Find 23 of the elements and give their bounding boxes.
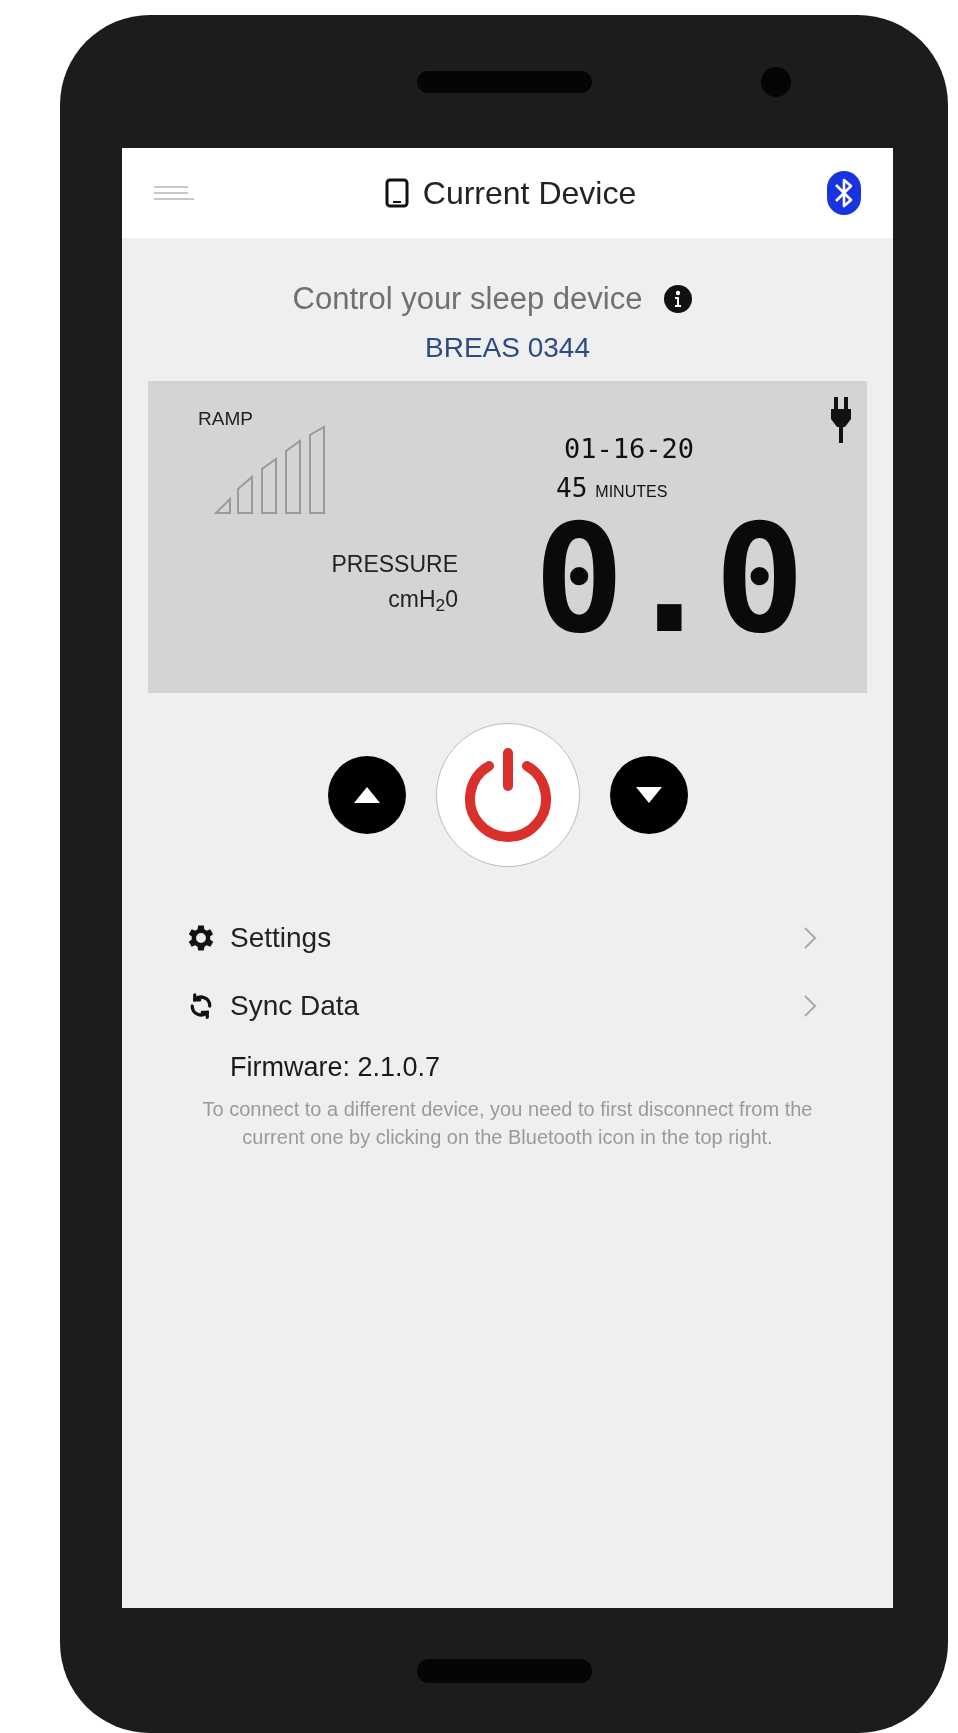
- ramp-label: RAMP: [198, 406, 254, 431]
- up-triangle-icon: [353, 786, 380, 803]
- intro-heading: Control your sleep device: [292, 280, 643, 318]
- header-title: Current Device: [422, 174, 637, 213]
- pressure-reading: 0.0: [534, 504, 805, 654]
- device-name: BREAS 0344: [425, 330, 590, 365]
- pressure-unit: cmH$_{2}$0: [388, 584, 458, 616]
- disconnect-note: To connect to a different device, you need to first disconnect from the current one by clicking on the Bluetooth icon in the top right.: [201, 1097, 814, 1150]
- bluetooth-icon[interactable]: [827, 171, 861, 215]
- info-icon[interactable]: [664, 285, 693, 314]
- camera-lens: [761, 66, 791, 97]
- ramp-duration: 45: [556, 472, 588, 505]
- chevron-right-icon: [803, 925, 817, 950]
- pressure-label: PRESSURE: [331, 550, 458, 579]
- plug-icon: [831, 396, 851, 443]
- firmware-version: Firmware: 2.1.0.7: [230, 1050, 442, 1084]
- tablet-icon: [384, 178, 409, 208]
- menu-row[interactable]: Settings: [172, 914, 843, 961]
- down-triangle-icon: [635, 786, 662, 803]
- duration-unit: MINUTES: [595, 482, 668, 502]
- display-date: 01-16-20: [564, 431, 695, 466]
- chevron-right-icon: [803, 993, 817, 1018]
- menu-row[interactable]: Sync Data: [172, 982, 843, 1029]
